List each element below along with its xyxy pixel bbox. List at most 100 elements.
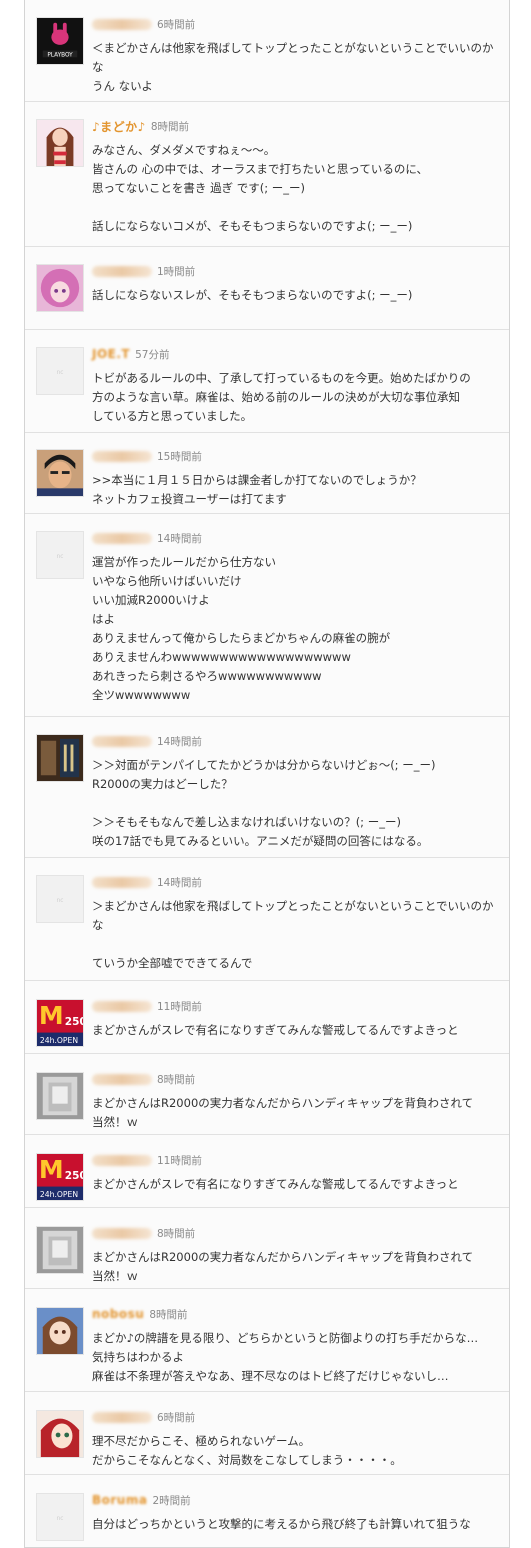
username-redacted[interactable] <box>92 876 152 888</box>
username-redacted[interactable] <box>92 18 152 30</box>
comment-item: ♪まどか♪ 8時間前 みなさん、ダメダメですねぇ〜〜。 皆さんの 心の中では、オーラス… <box>25 102 509 247</box>
comment-line: 気持ちはわかるよ <box>92 1350 184 1364</box>
comment-line: まどかさんがスレで有名になりすぎてみんな警戒してるんですよきっと <box>92 1023 459 1037</box>
comment-time: 6時間前 <box>157 1411 196 1424</box>
username-link[interactable]: ♪まどか♪ <box>92 118 146 135</box>
comment-line: 理不尽だからこそ、極められないゲーム。 <box>92 1434 311 1448</box>
comment-line: ネットカフェ投資ユーザーは打てます <box>92 492 287 506</box>
comment-time: 8時間前 <box>157 1073 196 1086</box>
comment-body: 自分はどっちかというと攻撃的に考えるから飛び終了も計算いれて狙うな <box>92 1515 503 1534</box>
comment-time: 14時間前 <box>157 532 202 545</box>
comment-line: うん ないよ <box>92 79 153 93</box>
comment-line: ＞まどかさんは他家を飛ばしてトップとったことがないということでいいのか <box>92 899 494 913</box>
comment-body: 話しにならないスレが、そもそもつまらないのですよ(; ー_ー) <box>92 286 503 305</box>
comment-line: だからこそなんとなく、対局数をこなしてしまう・・・・。 <box>92 1453 402 1467</box>
comment-body: まどかさんはR2000の実力者なんだからハンディキャップを背負わされて 当然！ｗ <box>92 1094 503 1132</box>
comment-line: ていうか全部嘘でできてるんで <box>92 956 253 970</box>
svg-text:250: 250 <box>65 1016 83 1028</box>
username-link[interactable]: Boruma <box>92 1493 147 1507</box>
comment-meta: 14時間前 <box>92 531 202 545</box>
username-redacted[interactable] <box>92 450 152 462</box>
svg-text:M: M <box>39 1155 64 1184</box>
user-avatar[interactable] <box>36 119 84 167</box>
comment-item: 8時間前まどかさんはR2000の実力者なんだからハンディキャップを背負わされて当… <box>25 1208 509 1289</box>
user-avatar[interactable]: M250 24h.OPEN <box>36 999 84 1047</box>
comment-item: 1時間前話しにならないスレが、そもそもつまらないのですよ(; ー_ー) <box>25 247 509 330</box>
comment-list: PLAYBOY 6時間前 ＜まどかさんは他家を飛ばしてトップとったことがないというこ… <box>24 0 510 1548</box>
comment-meta: ♪まどか♪ 8時間前 <box>92 118 190 135</box>
comment-body: 運営が作ったルールだから仕方ない いやなら他所いけばいいだけ いい加減R2000いけ… <box>92 553 503 705</box>
username-redacted[interactable] <box>92 265 152 277</box>
username-redacted[interactable] <box>92 1154 152 1166</box>
user-avatar[interactable] <box>36 1410 84 1458</box>
comment-line: まどかさんがスレで有名になりすぎてみんな警戒してるんですよきっと <box>92 1177 459 1191</box>
comment-body: >>本当に１月１５日からは課金者しか打てないのでしょうか？ ネットカフェ投資ユーザ… <box>92 471 503 509</box>
comment-item: 14時間前 ＞＞対面がテンパイしてたかどうかは分からないけどぉ〜(; ー_ー) R2… <box>25 717 509 858</box>
user-avatar[interactable]: nc <box>36 347 84 395</box>
comment-item: M250 24h.OPEN 11時間前まどかさんがスレで有名になりすぎてみんな警戒し… <box>25 981 509 1054</box>
user-avatar[interactable]: M250 24h.OPEN <box>36 1153 84 1201</box>
comment-line: ありえませんわwwwwwwwwwwwwwwwwwww <box>92 650 351 664</box>
comment-meta: 8時間前 <box>92 1072 195 1086</box>
comment-item: nc 14時間前 ＞まどかさんは他家を飛ばしてトップとったことがないということでいい… <box>25 858 509 981</box>
comment-time: 14時間前 <box>157 876 202 889</box>
comment-line: みなさん、ダメダメですねぇ〜〜。 <box>92 143 276 157</box>
svg-text:nc: nc <box>57 554 64 560</box>
user-avatar[interactable]: nc <box>36 875 84 923</box>
comment-body: まどかさんはR2000の実力者なんだからハンディキャップを背負わされて 当然！ｗ <box>92 1248 503 1286</box>
comment-time: 11時間前 <box>157 1154 202 1167</box>
username-redacted[interactable] <box>92 1000 152 1012</box>
comment-line: 当然！ｗ <box>92 1269 138 1283</box>
comment-body: ＞まどかさんは他家を飛ばしてトップとったことがないということでいいのかな ていう… <box>92 897 503 973</box>
username-redacted[interactable] <box>92 1073 152 1085</box>
comment-meta: 8時間前 <box>92 1226 195 1240</box>
username-link[interactable]: nobosu <box>92 1307 144 1321</box>
comment-time: 8時間前 <box>157 1227 196 1240</box>
comment-item: nobosu 8時間前まどか♪の牌譜を見る限り、どちらかというと防御よりの打ち手だ… <box>25 1289 509 1392</box>
user-avatar[interactable] <box>36 1072 84 1120</box>
comment-body: トビがあるルールの中、了承して打っているものを今更。始めたばかりの 方のような言い… <box>92 369 503 426</box>
user-avatar[interactable] <box>36 734 84 782</box>
user-avatar[interactable]: nc <box>36 1493 84 1541</box>
svg-text:PLAYBOY: PLAYBOY <box>47 52 73 58</box>
comment-line: まどかさんはR2000の実力者なんだからハンディキャップを背負わされて <box>92 1096 474 1110</box>
comment-body: ＞＞対面がテンパイしてたかどうかは分からないけどぉ〜(; ー_ー) R2000の実… <box>92 756 503 851</box>
user-avatar[interactable] <box>36 1307 84 1355</box>
comment-time: 1時間前 <box>157 265 196 278</box>
username-redacted[interactable] <box>92 735 152 747</box>
comment-line <box>92 935 503 954</box>
username-redacted[interactable] <box>92 532 152 544</box>
comment-meta: 14時間前 <box>92 734 202 748</box>
username-redacted[interactable] <box>92 1411 152 1423</box>
comment-time: 8時間前 <box>149 1308 188 1321</box>
comment-line: ＞＞そもそもなんで差し込まなければいけないの？(; ー_ー) <box>92 815 401 829</box>
comment-meta: JOE.T 57分前 <box>92 347 169 361</box>
comment-line: いい加減R2000いけよ <box>92 593 210 607</box>
user-avatar[interactable] <box>36 264 84 312</box>
comment-time: 8時間前 <box>150 120 190 133</box>
user-avatar[interactable] <box>36 449 84 497</box>
comment-line: 話しにならないコメが、そもそもつまらないのですよ(; ー_ー) <box>92 219 413 233</box>
user-avatar[interactable]: nc <box>36 531 84 579</box>
comment-line: ＞＞対面がテンパイしてたかどうかは分からないけどぉ〜(; ー_ー) <box>92 758 436 772</box>
user-avatar[interactable]: PLAYBOY <box>36 17 84 65</box>
comment-meta: nobosu 8時間前 <box>92 1307 188 1321</box>
comment-line: 運営が作ったルールだから仕方ない <box>92 555 276 569</box>
comment-meta: 15時間前 <box>92 449 202 463</box>
comment-time: 11時間前 <box>157 1000 202 1013</box>
comment-item: 8時間前まどかさんはR2000の実力者なんだからハンディキャップを背負わされて当… <box>25 1054 509 1135</box>
svg-text:M: M <box>39 1001 64 1030</box>
username-link[interactable]: JOE.T <box>92 347 130 361</box>
comment-time: 57分前 <box>135 348 170 361</box>
comment-line: いやなら他所いけばいいだけ <box>92 574 242 588</box>
comment-meta: Boruma 2時間前 <box>92 1493 191 1507</box>
username-redacted[interactable] <box>92 1227 152 1239</box>
comment-meta: 11時間前 <box>92 999 202 1013</box>
comment-line: ありえませんって俺からしたらまどかちゃんの麻雀の腕が <box>92 631 391 645</box>
comment-line <box>92 198 503 217</box>
comment-body: まどか♪の牌譜を見る限り、どちらかというと防御よりの打ち手だからな… 気持ちはわか… <box>92 1329 503 1386</box>
comment-meta: 14時間前 <box>92 875 202 889</box>
comment-line: 思ってないことを書き 過ぎ です(; ー_ー) <box>92 181 305 195</box>
user-avatar[interactable] <box>36 1226 84 1274</box>
svg-text:24h.OPEN: 24h.OPEN <box>40 1036 78 1045</box>
